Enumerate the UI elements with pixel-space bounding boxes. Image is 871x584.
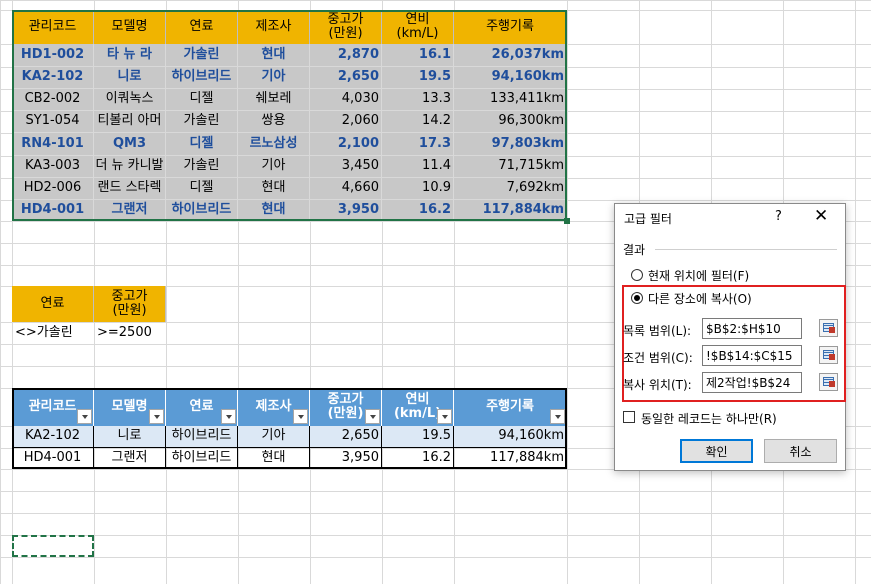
cell-text-line: (만원) (112, 303, 147, 318)
close-icon[interactable]: ✕ (814, 206, 828, 226)
copy-to-input[interactable]: 제2작업!$B$24 (702, 372, 802, 393)
dialog-title: 고급 필터 (624, 212, 672, 226)
criteria-range-input[interactable]: !$B$14:$C$15 (702, 345, 802, 366)
list-range-collapse-icon[interactable] (819, 319, 838, 337)
unique-records-label[interactable]: 동일한 레코드는 하나만(R) (641, 410, 777, 427)
radio-copy-to[interactable] (631, 292, 643, 304)
criteria-header-cell[interactable]: 연료 (12, 286, 94, 322)
copy-to-label: 복사 위치(T): (623, 378, 692, 392)
criteria-header-cell[interactable]: 중고가 (만원) (94, 286, 166, 322)
section-divider (655, 249, 837, 250)
list-range-input[interactable]: $B$2:$H$10 (702, 318, 802, 339)
criteria-value-cell[interactable]: >=2500 (94, 322, 166, 344)
cell-text-line: <>가솔린 (15, 324, 73, 340)
ok-button[interactable]: 확인 (680, 439, 753, 463)
list-range-label: 목록 범위(L): (623, 324, 692, 338)
result-table-border (12, 388, 567, 469)
cell-text-line: 연료 (40, 295, 65, 311)
result-section-label: 결과 (623, 243, 646, 257)
radio-filter-in-place-label[interactable]: 현재 위치에 필터(F) (648, 267, 749, 284)
radio-copy-to-label[interactable]: 다른 장소에 복사(O) (648, 290, 752, 307)
help-icon[interactable]: ? (775, 209, 782, 224)
copy-to-collapse-icon[interactable] (819, 373, 838, 391)
cancel-button[interactable]: 취소 (764, 439, 837, 463)
criteria-range-collapse-icon[interactable] (819, 346, 838, 364)
selected-range-border (12, 10, 567, 221)
criteria-value-cell[interactable]: <>가솔린 (12, 322, 94, 344)
copy-marquee (12, 535, 94, 557)
radio-filter-in-place[interactable] (631, 269, 643, 281)
cell-text-line: 중고가 (111, 288, 148, 304)
fill-handle[interactable] (564, 218, 570, 224)
advanced-filter-dialog: 고급 필터 ? ✕ 결과 현재 위치에 필터(F) 다른 장소에 복사(O) 목… (614, 203, 846, 471)
unique-records-checkbox[interactable] (623, 411, 635, 423)
criteria-range-label: 조건 범위(C): (623, 351, 693, 365)
cell-text-line: >=2500 (97, 324, 152, 340)
